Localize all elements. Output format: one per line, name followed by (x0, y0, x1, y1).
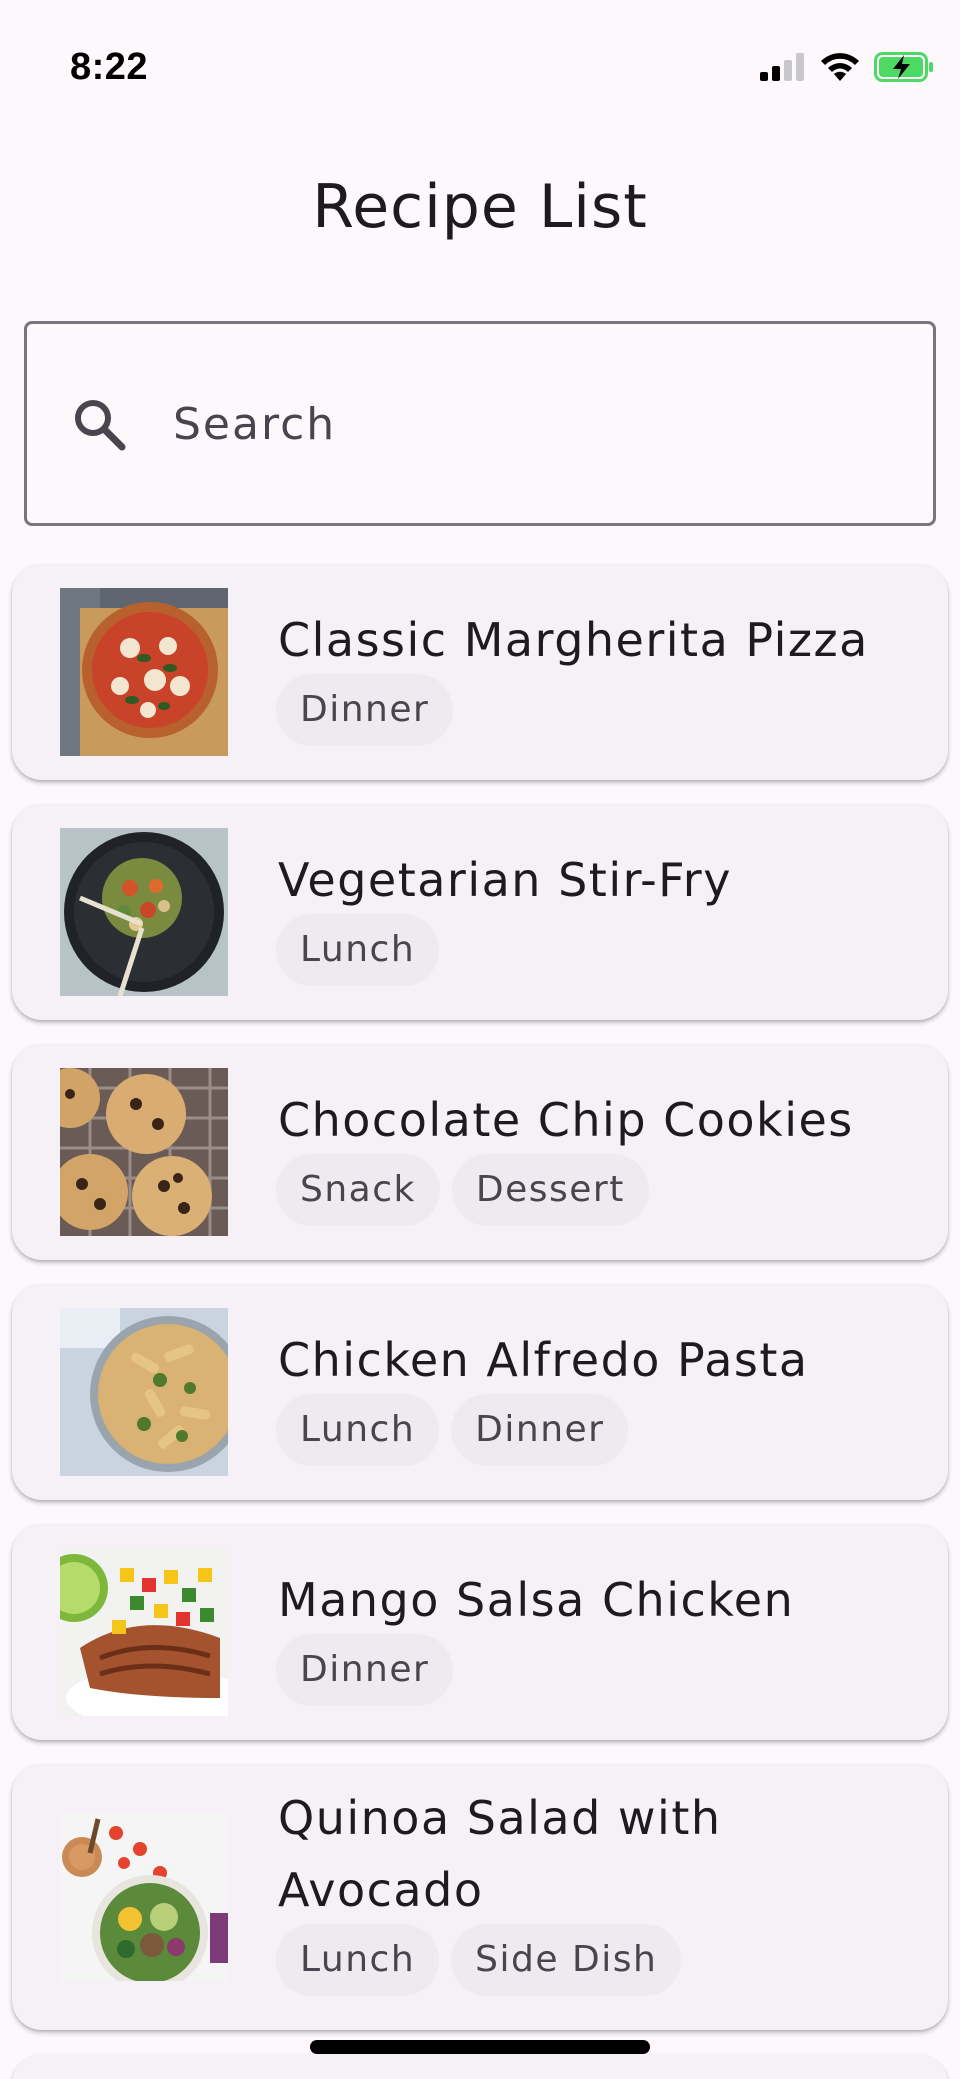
recipe-thumbnail (60, 1308, 228, 1476)
recipe-card[interactable]: Mango Salsa Chicken Dinner (12, 1524, 948, 1740)
tag-chip[interactable]: Lunch (276, 1924, 440, 1996)
recipe-title: Chicken Alfredo Pasta (278, 1333, 809, 1387)
tag-chip[interactable]: Snack (276, 1154, 440, 1226)
home-indicator[interactable] (310, 2040, 650, 2054)
tag-chip[interactable]: Dinner (276, 1634, 454, 1706)
pasta-photo (60, 1308, 228, 1476)
recipe-card[interactable]: Chicken Alfredo Pasta Lunch Dinner (12, 1284, 948, 1500)
tag-list: Lunch Dinner (276, 1394, 629, 1466)
recipe-thumbnail (60, 1548, 228, 1716)
recipe-card[interactable]: Vegetarian Stir-Fry Lunch (12, 804, 948, 1020)
tag-chip[interactable]: Lunch (276, 1394, 440, 1466)
recipe-thumbnail (60, 1068, 228, 1236)
recipe-list: Classic Margherita Pizza Dinner Vegetari… (0, 0, 960, 2079)
tag-list: Dinner (276, 674, 454, 746)
tag-list: Snack Dessert (276, 1154, 649, 1226)
quinoa-salad-photo (60, 1813, 228, 1981)
recipe-card-partial[interactable] (12, 2054, 948, 2079)
recipe-title: Mango Salsa Chicken (278, 1573, 795, 1627)
pizza-photo (60, 588, 228, 756)
recipe-thumbnail (60, 1813, 228, 1981)
recipe-card[interactable]: Chocolate Chip Cookies Snack Dessert (12, 1044, 948, 1260)
recipe-card[interactable]: Quinoa Salad with Avocado Lunch Side Dis… (12, 1764, 948, 2030)
recipe-title: Vegetarian Stir-Fry (278, 853, 732, 907)
tag-list: Lunch Side Dish (276, 1924, 682, 1996)
tag-chip[interactable]: Dessert (451, 1154, 649, 1226)
tag-chip[interactable]: Dinner (451, 1394, 629, 1466)
recipe-thumbnail (60, 828, 228, 996)
tag-chip[interactable]: Lunch (276, 914, 440, 986)
recipe-title: Quinoa Salad with Avocado (278, 1791, 722, 1917)
recipe-thumbnail (60, 588, 228, 756)
stir-fry-photo (60, 828, 228, 996)
mango-chicken-photo (60, 1548, 228, 1716)
cookies-photo (60, 1068, 228, 1236)
tag-list: Lunch (276, 914, 440, 986)
tag-chip[interactable]: Side Dish (451, 1924, 682, 1996)
tag-chip[interactable]: Dinner (276, 674, 454, 746)
recipe-title: Chocolate Chip Cookies (278, 1093, 854, 1147)
recipe-title: Classic Margherita Pizza (278, 613, 869, 667)
tag-list: Dinner (276, 1634, 454, 1706)
recipe-card[interactable]: Classic Margherita Pizza Dinner (12, 564, 948, 780)
recipe-list-screen: 8:22 Recipe List Search Classic Margheri… (0, 0, 960, 2079)
